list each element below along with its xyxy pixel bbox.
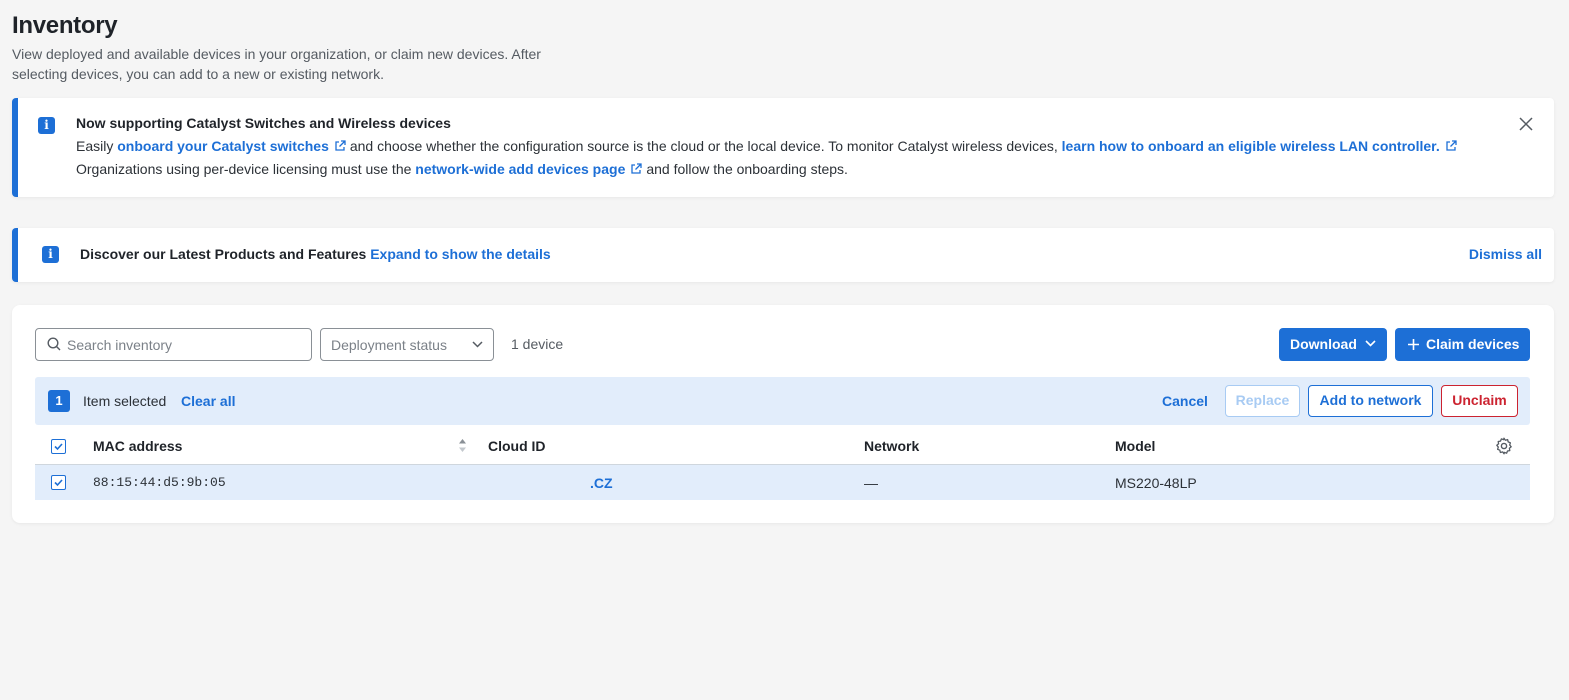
claim-devices-button[interactable]: Claim devices: [1395, 328, 1530, 361]
banner-text: and choose whether the configuration sou…: [349, 138, 1058, 154]
download-button[interactable]: Download: [1279, 328, 1387, 361]
info-icon: i: [38, 117, 55, 134]
banner-content: Discover our Latest Products and Feature…: [80, 246, 551, 262]
cell-model: MS220-48LP: [1115, 475, 1197, 491]
device-count: 1 device: [511, 336, 564, 352]
banner-line-1: Easily onboard your Catalyst switches and…: [76, 138, 1461, 154]
download-label: Download: [1290, 336, 1357, 352]
deployment-status-select[interactable]: Deployment status: [320, 328, 494, 361]
gear-icon[interactable]: [1495, 437, 1513, 455]
column-header-network[interactable]: Network: [864, 438, 919, 454]
selected-count-badge: 1: [48, 390, 70, 412]
column-header-cloud-id[interactable]: Cloud ID: [488, 438, 546, 454]
products-info-banner: i Discover our Latest Products and Featu…: [12, 228, 1554, 282]
banner-title: Discover our Latest Products and Feature…: [80, 246, 367, 262]
sort-icon[interactable]: [458, 438, 467, 453]
column-header-model[interactable]: Model: [1115, 438, 1155, 454]
check-icon: [54, 479, 63, 487]
chevron-down-icon: [1365, 340, 1376, 347]
plus-icon: [1408, 339, 1419, 350]
search-input[interactable]: [67, 335, 297, 355]
banner-text: and follow the onboarding steps.: [646, 161, 848, 177]
chevron-down-icon: [472, 341, 483, 348]
cell-cloud-id-link[interactable]: .CZ: [590, 475, 613, 491]
banner-line-2: Organizations using per-device licensing…: [76, 161, 848, 177]
table-header: MAC address Cloud ID Network Model: [35, 427, 1530, 465]
external-link-icon: [335, 140, 346, 151]
selected-text: Item selected: [83, 393, 167, 409]
column-header-mac[interactable]: MAC address: [93, 438, 182, 454]
banner-text: Easily: [76, 138, 114, 154]
cancel-button[interactable]: Cancel: [1162, 393, 1208, 409]
unclaim-button[interactable]: Unclaim: [1441, 385, 1518, 417]
cell-network: —: [864, 475, 878, 491]
add-to-network-button[interactable]: Add to network: [1308, 385, 1433, 417]
external-link-icon: [1446, 140, 1457, 151]
selection-bar: 1 Item selected Clear all Cancel Replace…: [35, 377, 1530, 425]
row-checkbox[interactable]: [51, 475, 66, 490]
claim-devices-label: Claim devices: [1426, 336, 1520, 352]
catalyst-info-banner: i Now supporting Catalyst Switches and W…: [12, 98, 1554, 197]
inventory-card: Deployment status 1 device Download Clai…: [12, 305, 1554, 523]
check-icon: [54, 443, 63, 451]
replace-button[interactable]: Replace: [1225, 385, 1300, 417]
wireless-lan-controller-link[interactable]: learn how to onboard an eligible wireles…: [1062, 138, 1440, 154]
page-title: Inventory: [12, 12, 118, 39]
deployment-status-label: Deployment status: [331, 337, 447, 353]
cell-mac-address: 88:15:44:d5:9b:05: [93, 475, 226, 490]
page-header: Inventory View deployed and available de…: [12, 12, 612, 84]
network-wide-add-devices-link[interactable]: network-wide add devices page: [415, 161, 625, 177]
clear-all-button[interactable]: Clear all: [181, 393, 235, 409]
banner-text: Organizations using per-device licensing…: [76, 161, 412, 177]
external-link-icon: [631, 163, 643, 174]
search-field[interactable]: [35, 328, 312, 361]
info-icon: i: [42, 246, 59, 263]
banner-title: Now supporting Catalyst Switches and Wir…: [76, 115, 451, 131]
search-icon: [47, 337, 61, 351]
table-row[interactable]: 88:15:44:d5:9b:05 .CZ — MS220-48LP: [35, 465, 1530, 500]
dismiss-all-button[interactable]: Dismiss all: [1469, 246, 1542, 262]
page-description: View deployed and available devices in y…: [12, 46, 541, 82]
select-all-checkbox[interactable]: [51, 439, 66, 454]
close-icon[interactable]: [1518, 116, 1534, 132]
expand-details-link[interactable]: Expand to show the details: [370, 246, 550, 262]
onboard-catalyst-switches-link[interactable]: onboard your Catalyst switches: [117, 138, 329, 154]
